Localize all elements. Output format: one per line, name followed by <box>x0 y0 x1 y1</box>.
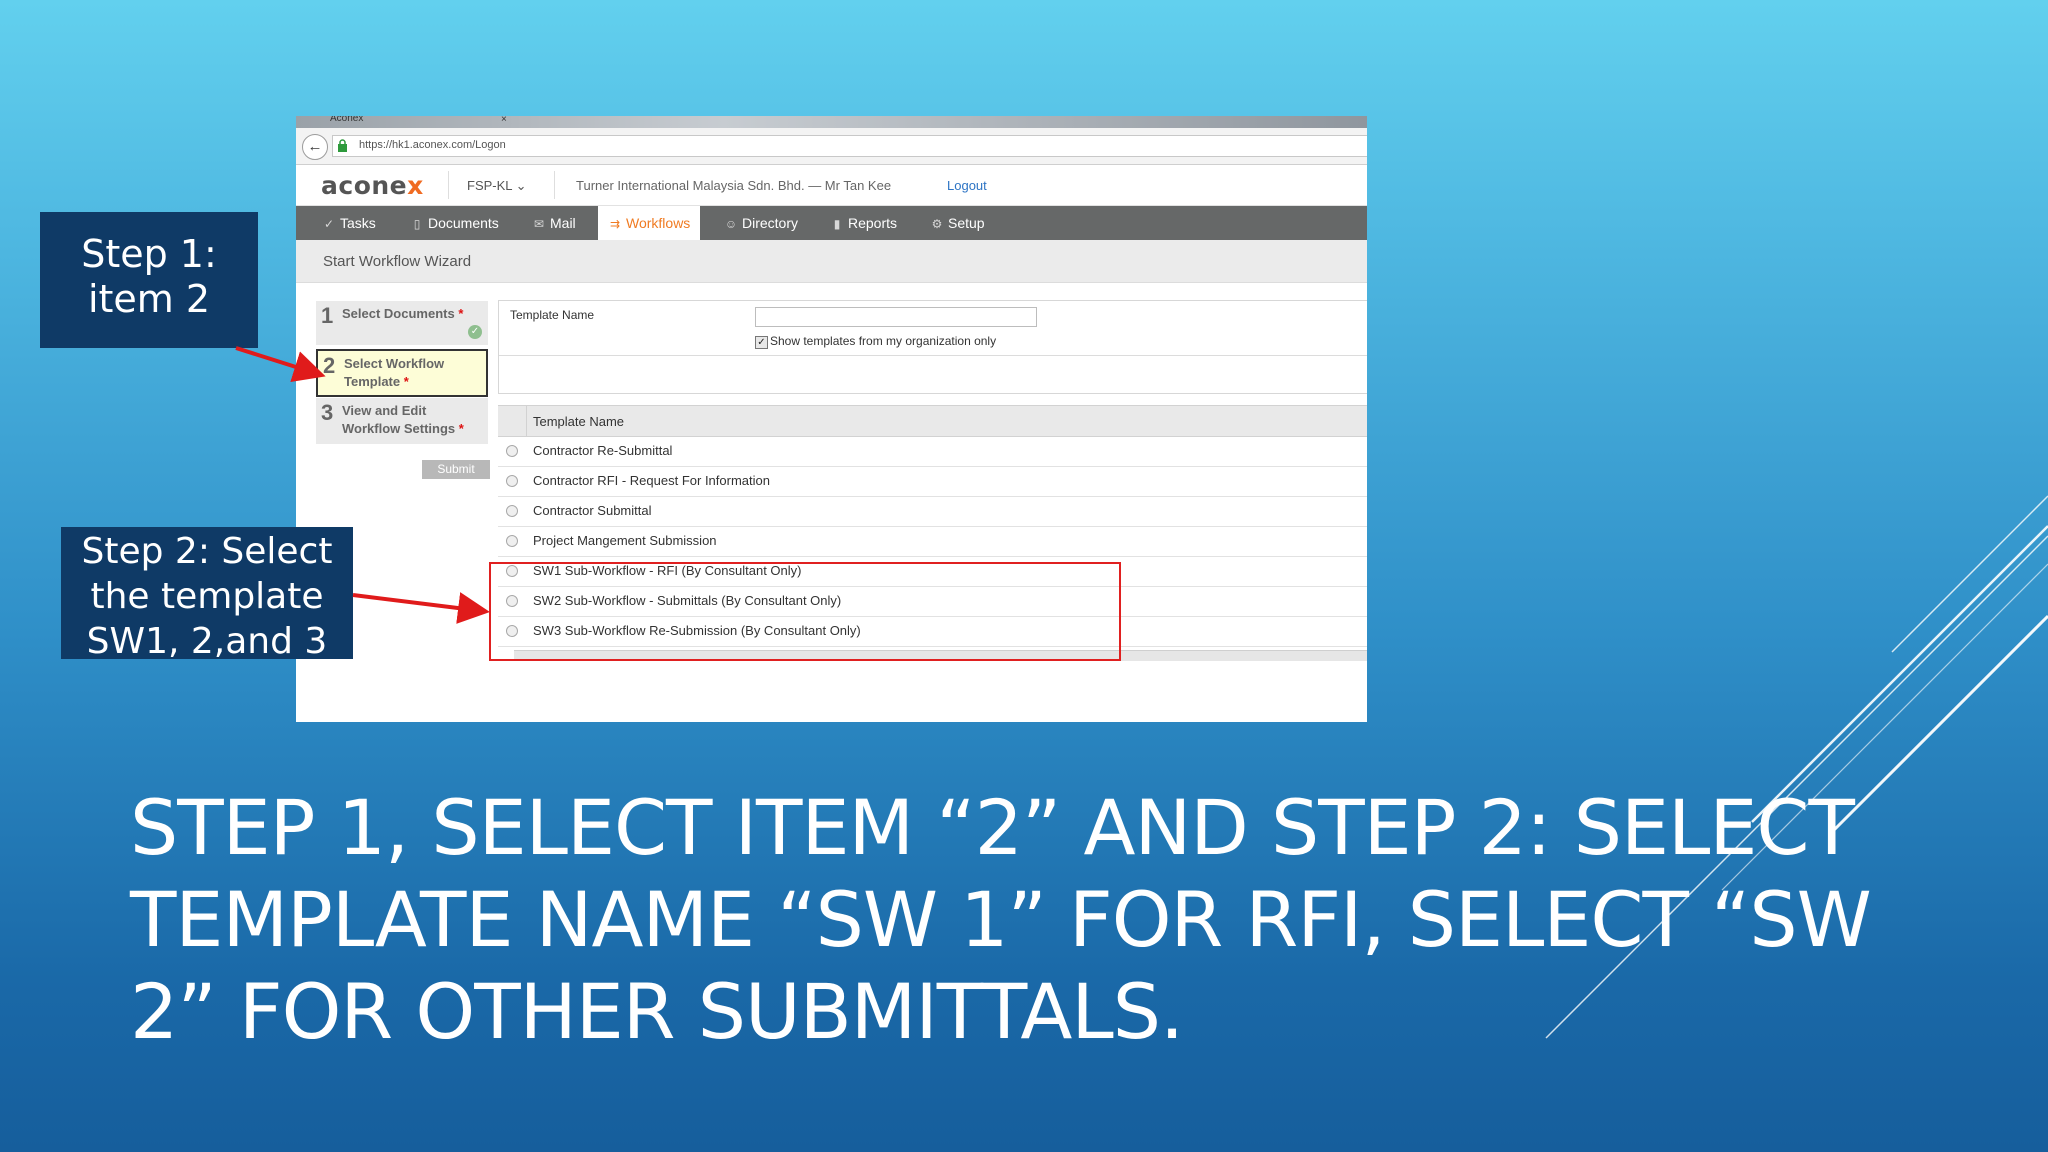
wizard-title: Start Workflow Wizard <box>323 253 472 270</box>
nav-mail[interactable]: ✉ Mail <box>532 206 576 240</box>
wizard-step-3[interactable]: 3 View and Edit Workflow Settings * <box>316 398 488 444</box>
nav-label: Tasks <box>340 215 376 231</box>
nav-label: Directory <box>742 215 799 231</box>
step-label: Select Workflow Template * <box>344 355 464 391</box>
template-radio[interactable] <box>506 505 518 517</box>
logout-link[interactable]: Logout <box>947 178 987 193</box>
step-label-text: Select Documents <box>342 306 455 321</box>
template-name-input[interactable] <box>755 307 1037 327</box>
wizard-step-1[interactable]: 1 Select Documents * ✓ <box>316 301 488 345</box>
wizard-step-2[interactable]: 2 Select Workflow Template * <box>316 349 488 397</box>
template-filter-form: Template Name ✓ Show templates from my o… <box>498 300 1367 394</box>
step-label: Select Documents * <box>342 305 463 323</box>
callout-step-2: Step 2: Select the template SW1, 2,and 3 <box>61 527 353 662</box>
mail-icon: ✉ <box>533 217 545 231</box>
bar-chart-icon: ▮ <box>833 217 841 231</box>
wizard-header: Start Workflow Wizard <box>296 240 1367 283</box>
template-name-cell: Project Mangement Submission <box>533 533 717 548</box>
required-mark: * <box>458 421 464 436</box>
required-mark: * <box>403 374 409 389</box>
gear-icon: ⚙ <box>931 217 943 231</box>
template-radio[interactable] <box>506 445 518 457</box>
header-divider <box>554 171 555 199</box>
highlight-box-sw-templates <box>489 562 1121 661</box>
org-only-checkbox[interactable]: ✓ <box>755 336 768 349</box>
browser-tab-title[interactable]: Aconex <box>330 116 363 124</box>
close-tab-icon[interactable]: × <box>501 116 507 125</box>
step-number: 1 <box>321 303 334 328</box>
template-name-label: Template Name <box>510 308 595 322</box>
step-number: 3 <box>321 400 334 425</box>
callout-step-2-line-3: SW1, 2,and 3 <box>86 621 328 662</box>
nav-label: Reports <box>848 215 898 231</box>
workflow-icon: ⇉ <box>609 217 621 231</box>
main-nav: ✓ Tasks ▯ Documents ✉ Mail ⇉ Workflows ☺ Dire… <box>296 206 1367 240</box>
template-name-cell: Contractor Submittal <box>533 503 652 518</box>
browser-tabstrip: Aconex × <box>296 116 1367 128</box>
address-bar: ← https://hk1.aconex.com/Logon <box>296 128 1367 165</box>
required-mark: * <box>458 306 464 321</box>
app-header: aconex FSP-KL ⌄ Turner International Mal… <box>296 165 1367 206</box>
grid-header: Template Name <box>498 405 1367 437</box>
people-icon: ☺ <box>724 217 738 231</box>
header-divider <box>448 171 449 199</box>
nav-label: Mail <box>550 215 576 231</box>
submit-button[interactable]: Submit <box>422 460 490 479</box>
logo-text: acone <box>321 171 408 200</box>
org-selector[interactable]: FSP-KL ⌄ <box>467 178 527 194</box>
table-row[interactable]: Project Mangement Submission <box>498 526 1367 557</box>
step-number: 2 <box>323 353 336 378</box>
slide-caption: STEP 1, SELECT ITEM “2” AND STEP 2: SELE… <box>130 783 1872 1056</box>
checkmark-icon: ✓ <box>468 325 482 339</box>
form-divider <box>499 355 1367 356</box>
org-selector-label: FSP-KL <box>467 178 513 193</box>
lock-icon <box>338 139 347 152</box>
step-label-text: View and Edit Workflow Settings <box>342 403 456 436</box>
callout-step-2-line-2: the template <box>90 576 324 617</box>
back-arrow-icon[interactable]: ← <box>302 134 328 160</box>
callout-step-2-line-1: Step 2: Select <box>81 531 333 572</box>
org-only-label: Show templates from my organization only <box>770 334 997 348</box>
callout-step-1-line-1: Step 1: <box>81 232 217 276</box>
template-name-cell: Contractor Re-Submittal <box>533 443 673 458</box>
table-row[interactable]: Contractor RFI - Request For Information <box>498 466 1367 497</box>
nav-reports[interactable]: ▮ Reports <box>830 206 897 240</box>
nav-setup[interactable]: ⚙ Setup <box>930 206 985 240</box>
nav-label: Setup <box>948 215 985 231</box>
company-user-info: Turner International Malaysia Sdn. Bhd. … <box>576 178 892 193</box>
grid-header-select-cell <box>498 406 527 436</box>
template-name-cell: Contractor RFI - Request For Information <box>533 473 770 488</box>
nav-directory[interactable]: ☺ Directory <box>724 206 798 240</box>
step-label: View and Edit Workflow Settings * <box>342 402 482 438</box>
template-radio[interactable] <box>506 535 518 547</box>
callout-step-1: Step 1: item 2 <box>40 212 258 348</box>
logo-accent: x <box>407 171 424 200</box>
nav-label: Workflows <box>626 215 691 231</box>
nav-workflows[interactable]: ⇉ Workflows <box>598 206 701 240</box>
document-icon: ▯ <box>413 217 421 231</box>
step-label-text: Select Workflow Template <box>344 356 445 389</box>
url-field[interactable]: https://hk1.aconex.com/Logon <box>332 135 1367 157</box>
url-text: https://hk1.aconex.com/Logon <box>359 139 506 151</box>
nav-tasks[interactable]: ✓ Tasks <box>322 206 376 240</box>
table-row[interactable]: Contractor Submittal <box>498 496 1367 527</box>
nav-label: Documents <box>428 215 499 231</box>
chevron-down-icon: ⌄ <box>515 178 527 193</box>
template-radio[interactable] <box>506 475 518 487</box>
aconex-logo[interactable]: aconex <box>321 171 424 200</box>
callout-step-1-line-2: item 2 <box>87 277 211 321</box>
table-row[interactable]: Contractor Re-Submittal <box>498 436 1367 467</box>
check-icon: ✓ <box>323 217 335 231</box>
nav-documents[interactable]: ▯ Documents <box>410 206 499 240</box>
grid-header-template-name[interactable]: Template Name <box>533 414 624 429</box>
